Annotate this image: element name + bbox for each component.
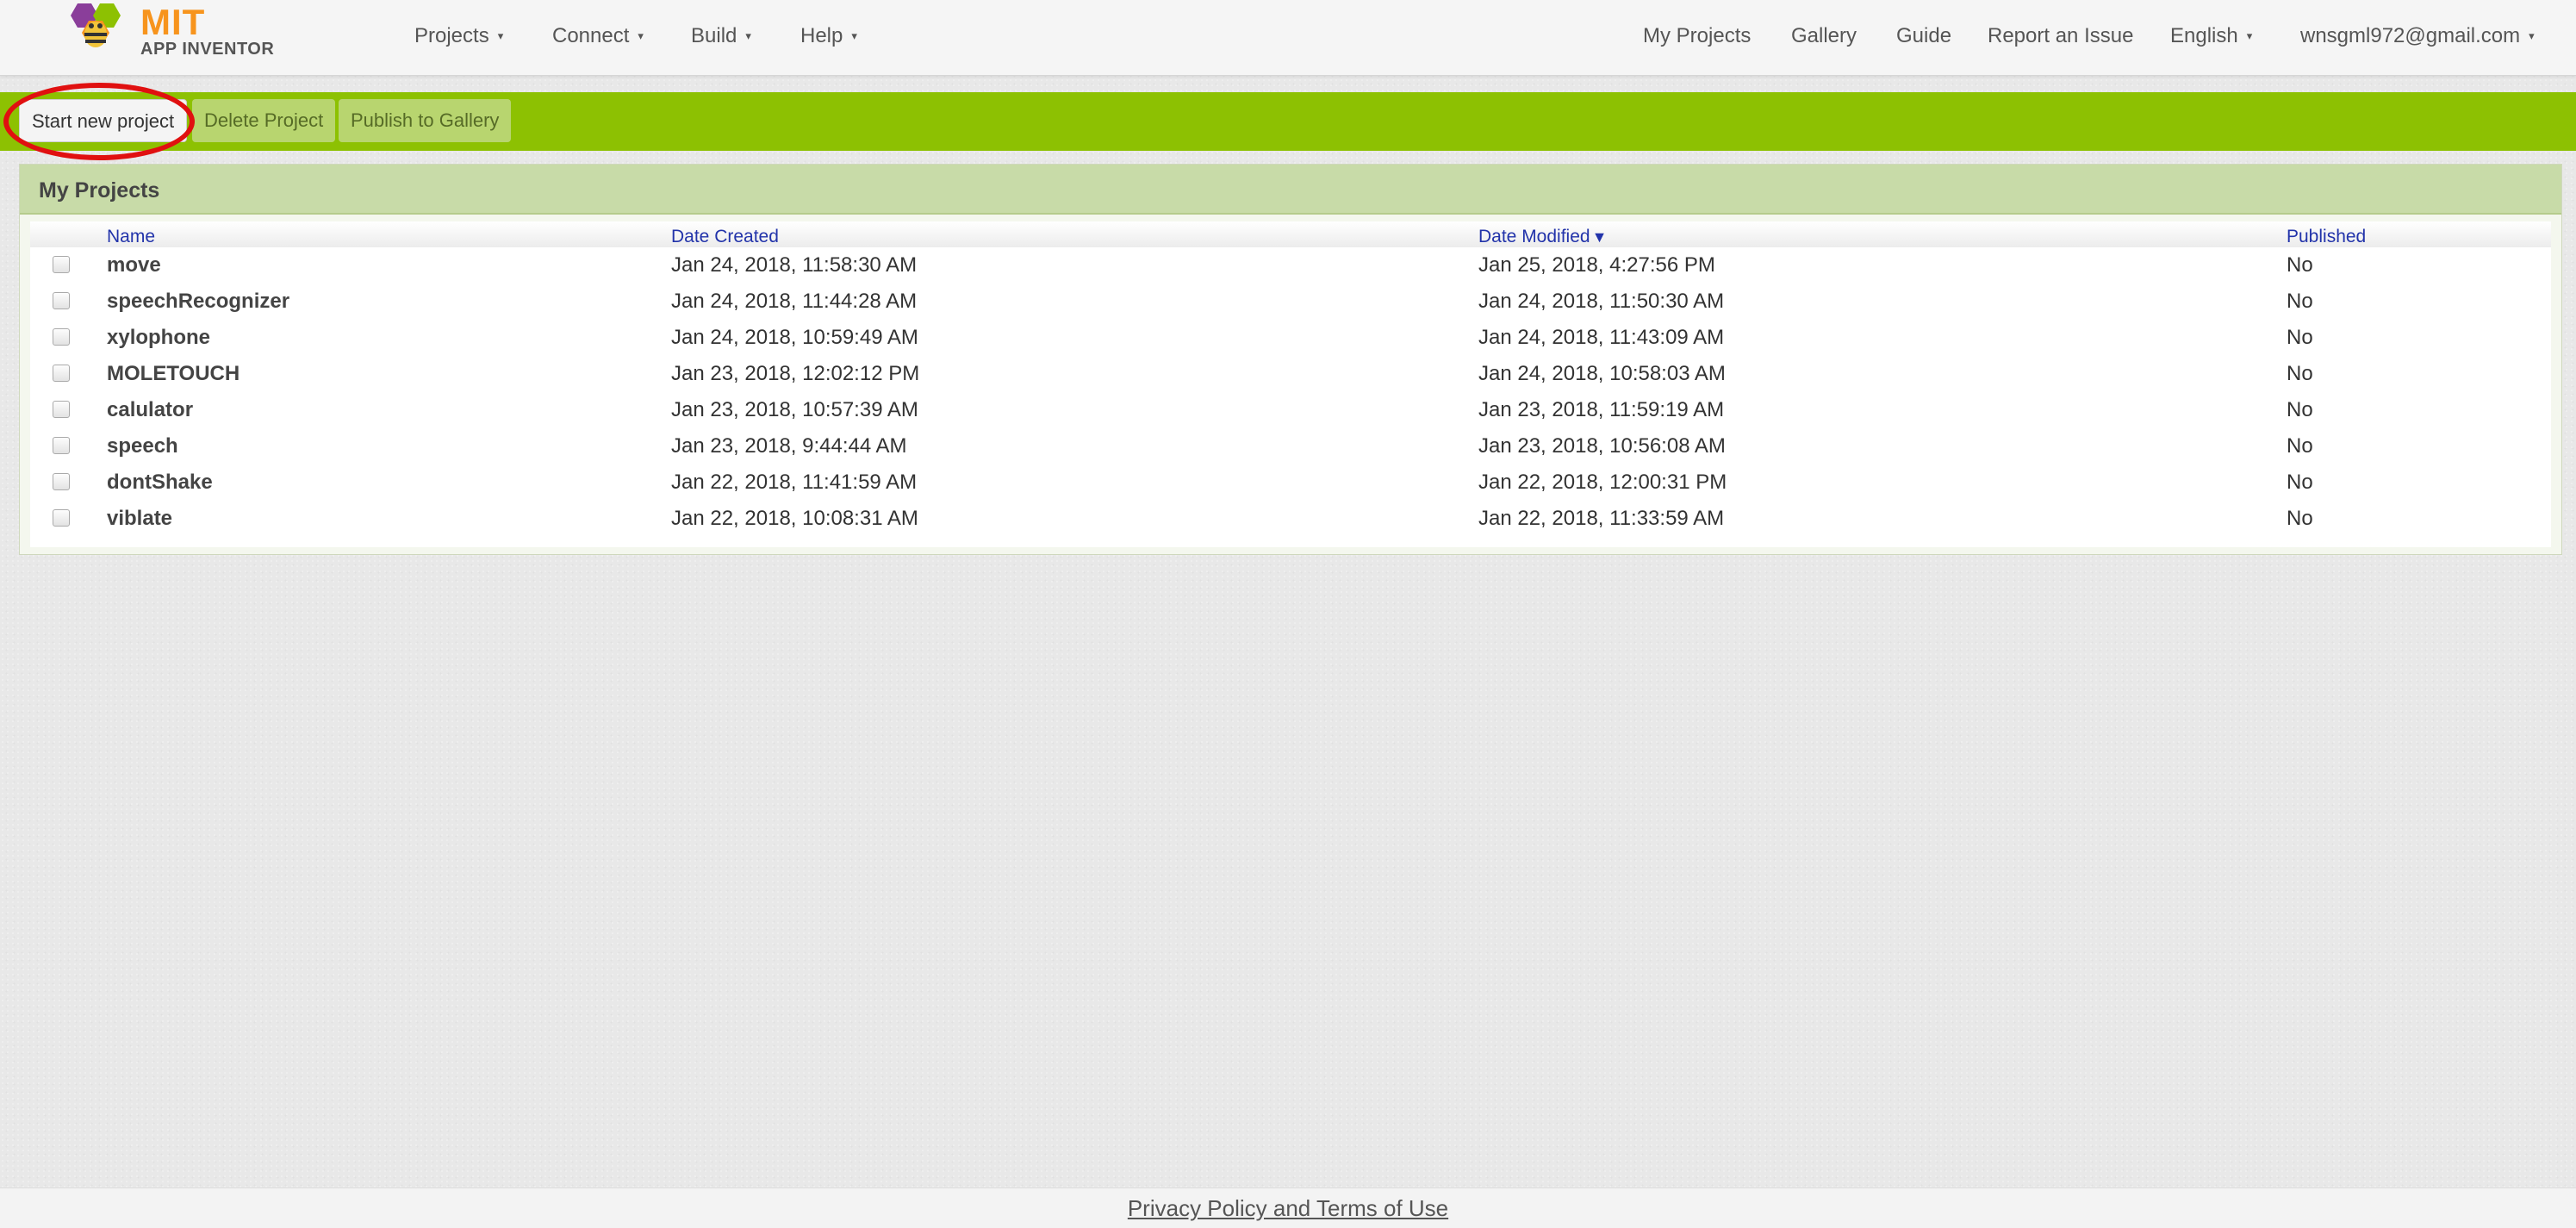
- nav-report-issue-link[interactable]: Report an Issue: [1988, 24, 2133, 48]
- logo-mit-text: MIT: [140, 2, 206, 42]
- published-status: No: [2287, 253, 2313, 277]
- nav-account-menu[interactable]: wnsgml972@gmail.com ▾: [2300, 24, 2535, 48]
- project-toolbar: Start new project Delete Project Publish…: [0, 92, 2576, 151]
- table-row[interactable]: MOLETOUCH Jan 23, 2018, 12:02:12 PM Jan 24…: [30, 357, 2551, 393]
- project-name[interactable]: move: [107, 253, 161, 277]
- published-status: No: [2287, 290, 2313, 313]
- nav-projects-menu[interactable]: Projects ▾: [414, 24, 503, 48]
- project-name[interactable]: dontShake: [107, 471, 213, 495]
- row-select-checkbox[interactable]: [53, 437, 70, 454]
- row-select-checkbox[interactable]: [53, 509, 70, 527]
- sort-descending-icon: ▼: [1591, 228, 1608, 246]
- project-name[interactable]: speech: [107, 434, 178, 458]
- nav-language-menu[interactable]: English ▾: [2170, 24, 2252, 48]
- date-created: Jan 23, 2018, 10:57:39 AM: [671, 398, 918, 421]
- page-footer: Privacy Policy and Terms of Use: [0, 1187, 2576, 1228]
- panel-header: My Projects: [20, 165, 2561, 215]
- nav-help-label: Help: [800, 24, 843, 47]
- project-name[interactable]: viblate: [107, 507, 172, 531]
- privacy-terms-link[interactable]: Privacy Policy and Terms of Use: [0, 1195, 2576, 1222]
- table-row[interactable]: xylophone Jan 24, 2018, 10:59:49 AM Jan 24…: [30, 321, 2551, 357]
- date-modified: Jan 23, 2018, 10:56:08 AM: [1478, 434, 1726, 458]
- project-name[interactable]: MOLETOUCH: [107, 362, 240, 386]
- date-modified: Jan 24, 2018, 10:58:03 AM: [1478, 362, 1726, 385]
- nav-projects-label: Projects: [414, 24, 489, 47]
- row-select-checkbox[interactable]: [53, 328, 70, 346]
- projects-table: Name Date Created Date Modified ▼ Publish…: [30, 221, 2551, 547]
- table-row[interactable]: move Jan 24, 2018, 11:58:30 AM Jan 25, 201…: [30, 248, 2551, 284]
- table-row[interactable]: calulator Jan 23, 2018, 10:57:39 AM Jan 23…: [30, 393, 2551, 429]
- nav-guide-link[interactable]: Guide: [1896, 24, 1951, 48]
- date-created: Jan 22, 2018, 10:08:31 AM: [671, 507, 918, 530]
- nav-build-label: Build: [691, 24, 737, 47]
- table-row[interactable]: speechRecognizer Jan 24, 2018, 11:44:28 A…: [30, 284, 2551, 321]
- logo-subtitle: APP INVENTOR: [140, 40, 275, 59]
- column-header-published[interactable]: Published: [2287, 227, 2366, 247]
- nav-my-projects-link[interactable]: My Projects: [1643, 24, 1751, 48]
- dropdown-caret-icon: ▾: [2246, 29, 2253, 42]
- nav-connect-menu[interactable]: Connect ▾: [552, 24, 644, 48]
- published-status: No: [2287, 398, 2313, 421]
- row-select-checkbox[interactable]: [53, 365, 70, 382]
- published-status: No: [2287, 434, 2313, 458]
- row-select-checkbox[interactable]: [53, 473, 70, 490]
- date-modified: Jan 25, 2018, 4:27:56 PM: [1478, 253, 1715, 277]
- date-created: Jan 24, 2018, 10:59:49 AM: [671, 326, 918, 349]
- panel-title: My Projects: [39, 178, 160, 203]
- row-select-checkbox[interactable]: [53, 292, 70, 309]
- column-header-date-created[interactable]: Date Created: [671, 227, 779, 247]
- nav-gallery-link[interactable]: Gallery: [1791, 24, 1857, 48]
- published-status: No: [2287, 326, 2313, 349]
- published-status: No: [2287, 507, 2313, 530]
- dropdown-caret-icon: ▾: [2529, 29, 2535, 42]
- date-modified-label: Date Modified: [1478, 227, 1590, 246]
- date-created: Jan 24, 2018, 11:44:28 AM: [671, 290, 918, 313]
- table-header-row: Name Date Created Date Modified ▼ Publish…: [30, 221, 2551, 247]
- row-select-checkbox[interactable]: [53, 401, 70, 418]
- start-new-project-button[interactable]: Start new project: [19, 99, 188, 142]
- nav-build-menu[interactable]: Build ▾: [691, 24, 751, 48]
- publish-to-gallery-button[interactable]: Publish to Gallery: [339, 99, 512, 142]
- row-select-checkbox[interactable]: [53, 256, 70, 273]
- nav-help-menu[interactable]: Help ▾: [800, 24, 857, 48]
- date-modified: Jan 22, 2018, 12:00:31 PM: [1478, 471, 1727, 494]
- table-row[interactable]: viblate Jan 22, 2018, 10:08:31 AM Jan 22, …: [30, 502, 2551, 538]
- nav-connect-label: Connect: [552, 24, 630, 47]
- date-created: Jan 22, 2018, 11:41:59 AM: [671, 471, 918, 494]
- published-status: No: [2287, 362, 2313, 385]
- column-header-date-modified[interactable]: Date Modified ▼: [1478, 227, 1607, 247]
- my-projects-panel: My Projects Name Date Created Date Modif…: [19, 164, 2562, 555]
- date-modified: Jan 22, 2018, 11:33:59 AM: [1478, 507, 1725, 530]
- date-modified: Jan 24, 2018, 11:43:09 AM: [1478, 326, 1725, 349]
- project-name[interactable]: calulator: [107, 398, 193, 422]
- project-name[interactable]: xylophone: [107, 326, 210, 350]
- language-label: English: [2170, 24, 2238, 47]
- bee-logo-icon: [71, 3, 121, 47]
- dropdown-caret-icon: ▾: [745, 29, 751, 42]
- date-created: Jan 23, 2018, 12:02:12 PM: [671, 362, 920, 385]
- project-name[interactable]: speechRecognizer: [107, 290, 289, 314]
- table-row[interactable]: dontShake Jan 22, 2018, 11:41:59 AM Jan 22…: [30, 465, 2551, 502]
- date-modified: Jan 23, 2018, 11:59:19 AM: [1478, 398, 1725, 421]
- account-email: wnsgml972@gmail.com: [2300, 24, 2521, 47]
- date-modified: Jan 24, 2018, 11:50:30 AM: [1478, 290, 1725, 313]
- date-created: Jan 24, 2018, 11:58:30 AM: [671, 253, 918, 277]
- dropdown-caret-icon: ▾: [638, 29, 644, 42]
- dropdown-caret-icon: ▾: [497, 29, 504, 42]
- published-status: No: [2287, 471, 2313, 494]
- app-inventor-logo[interactable]: MIT APP INVENTOR: [60, 0, 276, 62]
- column-header-name[interactable]: Name: [107, 227, 155, 247]
- dropdown-caret-icon: ▾: [851, 29, 857, 42]
- table-row[interactable]: speech Jan 23, 2018, 9:44:44 AM Jan 23, 20…: [30, 429, 2551, 465]
- date-created: Jan 23, 2018, 9:44:44 AM: [671, 434, 907, 458]
- top-navigation-bar: MIT APP INVENTOR Projects ▾ Connect ▾ Buil…: [0, 0, 2576, 76]
- delete-project-button[interactable]: Delete Project: [192, 99, 336, 142]
